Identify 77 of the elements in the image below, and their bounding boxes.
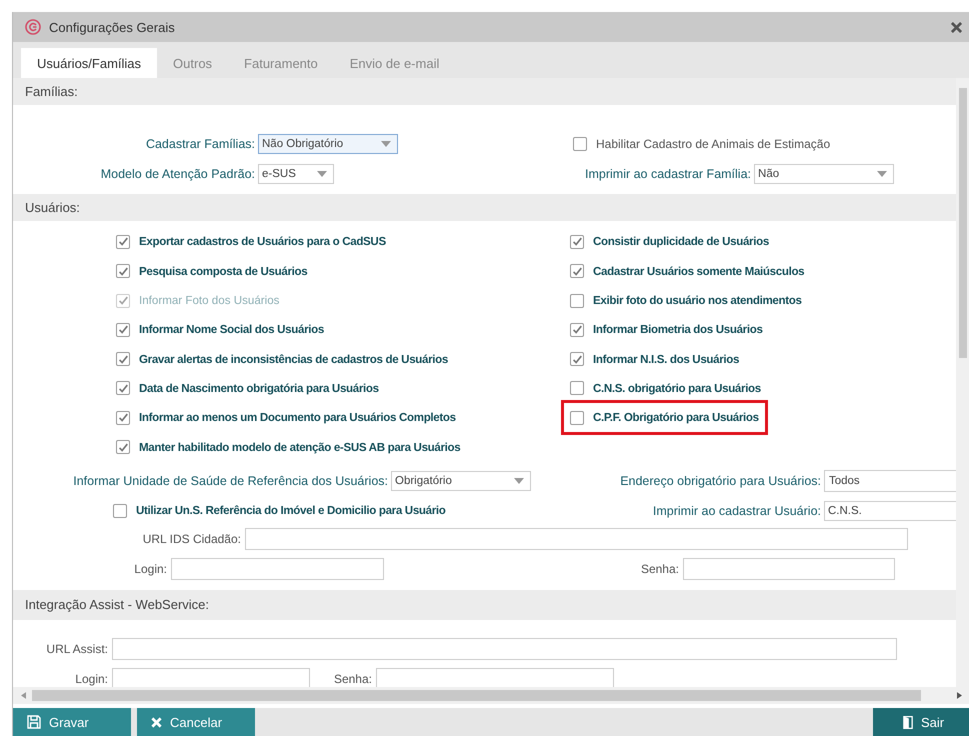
input-field[interactable]: [376, 668, 614, 687]
scroll-left-icon[interactable]: [21, 692, 26, 699]
checkbox[interactable]: [570, 264, 584, 278]
checkbox[interactable]: [116, 381, 130, 396]
cancel-button[interactable]: Cancelar: [137, 708, 255, 736]
vertical-scrollbar[interactable]: [956, 78, 969, 687]
checkbox-label: Gravar alertas de inconsistências de cadastros de Usuários: [139, 352, 448, 366]
checkbox-label: Habilitar Cadastro de Animais de Estimação: [596, 136, 830, 151]
checkbox[interactable]: [570, 294, 584, 308]
checkbox[interactable]: [570, 322, 584, 337]
checkbox-label: Utilizar Un.S. Referência do Imóvel e Domicilio para Usuário: [136, 504, 446, 518]
checkbox[interactable]: [570, 234, 584, 249]
field-label: Endereço obrigatório para Usuários:: [619, 474, 821, 488]
section-header: Integração Assist - WebService:: [13, 590, 956, 620]
dropdown[interactable]: Obrigatório: [391, 470, 531, 491]
checkbox[interactable]: [116, 440, 130, 454]
input-field[interactable]: [112, 668, 310, 687]
checkbox-label: C.N.S. obrigatório para Usuários: [593, 382, 761, 395]
tab[interactable]: Usuários/Famílias: [21, 48, 158, 78]
dropdown[interactable]: C.N.S.: [824, 500, 956, 521]
checkbox-label: Exibir foto do usuário nos atendimentos: [593, 294, 802, 308]
horizontal-scrollbar[interactable]: [13, 687, 969, 704]
close-icon[interactable]: [951, 22, 962, 32]
field-label: Imprimir ao cadastrar Família:: [585, 167, 752, 182]
checkbox[interactable]: [116, 264, 130, 278]
field-label: Cadastrar Famílias:: [144, 136, 255, 151]
checkbox-label: Informar Biometria dos Usuários: [593, 323, 763, 336]
section-header: Usuários:: [13, 194, 956, 222]
window-title: Configurações Gerais: [49, 20, 175, 34]
dropdown[interactable]: Não: [754, 164, 894, 184]
checkbox-label: Manter habilitado modelo de atenção e-SUS AB para Usuários: [139, 440, 460, 454]
checkbox[interactable]: [116, 234, 130, 249]
checkbox[interactable]: [116, 322, 130, 337]
field-label: Imprimir ao cadastrar Usuário:: [652, 504, 821, 518]
checkbox[interactable]: [113, 504, 127, 518]
field-label: Modelo de Atenção Padrão:: [100, 167, 255, 182]
checkbox-label: Informar N.I.S. dos Usuários: [593, 352, 740, 366]
checkbox[interactable]: [570, 381, 584, 396]
checkbox[interactable]: [116, 410, 130, 425]
section-header: Famílias:: [13, 78, 956, 105]
scroll-right-icon[interactable]: [957, 692, 962, 699]
checkbox-label: Exportar cadastros de Usuários para o CadSUS: [139, 235, 386, 248]
save-button[interactable]: Gravar: [13, 708, 131, 736]
checkbox[interactable]: [116, 352, 130, 366]
field-label: Senha:: [640, 562, 679, 576]
checkbox-label: Data de Nascimento obrigatória para Usuários: [139, 382, 379, 395]
field-label: URL IDS Cidadão:: [142, 532, 241, 546]
checkbox-label: Informar ao menos um Documento para Usuários Completos: [139, 411, 456, 424]
dropdown[interactable]: Não Obrigatório: [258, 134, 398, 154]
checkbox[interactable]: [570, 352, 584, 366]
app-logo-icon: [25, 19, 41, 35]
checkbox-label: Consistir duplicidade de Usuários: [593, 235, 769, 248]
dropdown[interactable]: e-SUS: [258, 164, 334, 184]
close-icon: [151, 716, 162, 728]
field-label: Login:: [133, 562, 167, 576]
door-icon: [903, 714, 913, 730]
checkbox-label: Pesquisa composta de Usuários: [139, 264, 308, 278]
field-label: Informar Unidade de Saúde de Referência dos Usuários:: [72, 474, 388, 488]
checkbox[interactable]: [573, 136, 587, 151]
checkbox[interactable]: [570, 410, 584, 425]
field-label: Senha:: [332, 672, 372, 686]
caret-icon: [877, 171, 888, 178]
exit-button[interactable]: Sair: [873, 708, 969, 736]
caret-icon: [381, 140, 391, 147]
checkbox-label: C.P.F. Obrigatório para Usuários: [593, 411, 759, 424]
field-label: URL Assist:: [45, 642, 108, 656]
input-field[interactable]: [112, 638, 897, 660]
checkbox-label: Cadastrar Usuários somente Maiúsculos: [593, 264, 804, 278]
checkbox-label: Informar Foto dos Usuários: [139, 294, 280, 308]
input-field[interactable]: [245, 528, 908, 550]
caret-icon: [514, 478, 524, 484]
input-field[interactable]: Todos: [824, 470, 956, 492]
checkbox-label: Informar Nome Social dos Usuários: [139, 323, 324, 336]
input-field[interactable]: [171, 558, 384, 580]
input-field[interactable]: [683, 558, 895, 580]
caret-icon: [317, 171, 327, 178]
field-label: Login:: [74, 672, 108, 686]
